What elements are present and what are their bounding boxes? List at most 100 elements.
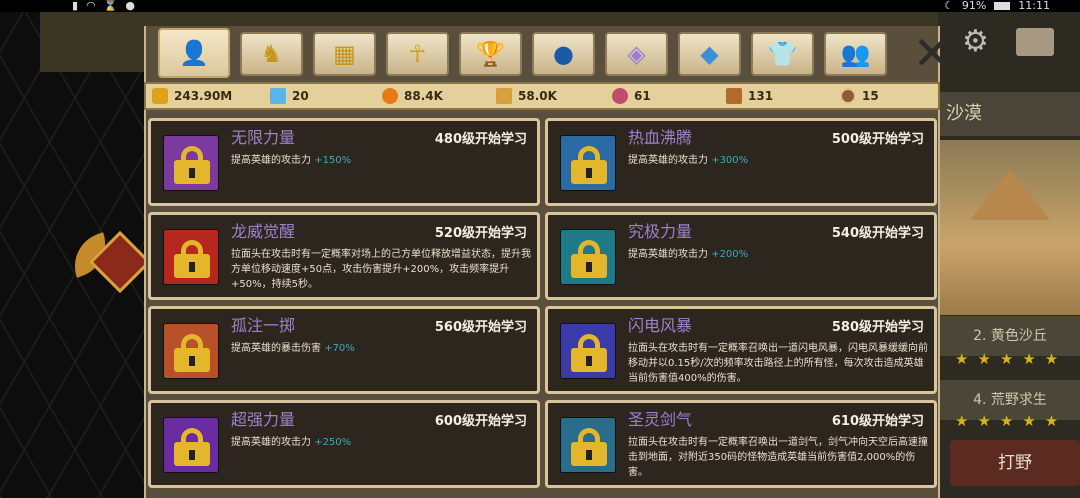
skill-card[interactable]: 究极力量 540级开始学习 提高英雄的攻击力 +200% bbox=[545, 212, 937, 300]
currency-gold: 243.90M bbox=[152, 88, 232, 104]
dragon-icon: ♞ bbox=[260, 40, 283, 68]
skill-requirement: 580级开始学习 bbox=[831, 320, 924, 335]
qq-icon: ● bbox=[125, 0, 135, 12]
currency-bar: 243.90M 20 88.4K 58.0K 61 131 15 bbox=[144, 82, 940, 110]
skill-thumbnail bbox=[163, 323, 219, 379]
skill-card[interactable]: 超强力量 600级开始学习 提高英雄的攻击力 +250% bbox=[148, 400, 540, 488]
panel-tabs: 👤 ♞ ▦ ☥ 🏆 ● ◈ ◆ 👕 👥 bbox=[158, 28, 887, 78]
skill-requirement: 500级开始学习 bbox=[831, 132, 924, 147]
currency-orb: 88.4K bbox=[382, 88, 443, 104]
skill-description: 提高英雄的攻击力 +200% bbox=[628, 249, 749, 260]
tab-hero[interactable]: 👤 bbox=[158, 28, 230, 78]
skill-description: 提高英雄的攻击力 +250% bbox=[231, 437, 352, 448]
mail-icon[interactable] bbox=[1016, 28, 1054, 56]
moon-icon: ☾ bbox=[943, 0, 954, 12]
star-amount: 58.0K bbox=[518, 89, 557, 103]
currency-token: 15 bbox=[840, 88, 879, 104]
close-icon: ✕ bbox=[912, 26, 952, 80]
battery-percent: 91% bbox=[961, 0, 987, 12]
skill-name: 龙威觉醒 bbox=[231, 222, 296, 241]
lock-icon bbox=[571, 428, 607, 466]
fight-button[interactable]: 打野 bbox=[950, 440, 1080, 486]
skill-requirement: 610级开始学习 bbox=[831, 414, 924, 429]
lock-icon bbox=[174, 334, 210, 372]
desert-scene bbox=[938, 140, 1080, 315]
stage-stars: ★★★★★ bbox=[955, 350, 1068, 368]
skill-thumbnail bbox=[560, 417, 616, 473]
tab-gem-frame[interactable]: ◈ bbox=[605, 32, 668, 76]
stage-stars: ★★★★★ bbox=[955, 412, 1068, 430]
shirt-icon: 👕 bbox=[767, 40, 798, 68]
skill-card[interactable]: 圣灵剑气 610级开始学习 拉面头在攻击时有一定概率召唤出一道剑气，剑气冲向天空… bbox=[545, 400, 937, 488]
hammer-amount: 131 bbox=[748, 89, 774, 103]
skill-card[interactable]: 无限力量 480级开始学习 提高英雄的攻击力 +150% bbox=[148, 118, 540, 206]
skill-requirement: 520级开始学习 bbox=[434, 226, 527, 241]
skill-name: 究极力量 bbox=[628, 222, 693, 241]
skill-description: 提高英雄的暴击伤害 +70% bbox=[231, 343, 355, 354]
skill-name: 热血沸腾 bbox=[628, 128, 693, 147]
tab-shop[interactable]: ▦ bbox=[313, 32, 376, 76]
orb-currency-icon bbox=[382, 88, 398, 104]
skill-description: 拉面头在攻击时有一定概率对场上的己方单位释放增益状态，提升我方单位移动速度+50… bbox=[231, 249, 531, 290]
ankh-icon: ☥ bbox=[408, 40, 427, 68]
lock-icon bbox=[174, 240, 210, 278]
tab-crystal[interactable]: ◆ bbox=[678, 32, 741, 76]
skill-name: 无限力量 bbox=[231, 128, 296, 147]
skill-card[interactable]: 龙威觉醒 520级开始学习 拉面头在攻击时有一定概率对场上的己方单位释放增益状态… bbox=[148, 212, 540, 300]
pyramid-icon bbox=[970, 170, 1050, 220]
skill-description: 提高英雄的攻击力 +300% bbox=[628, 155, 749, 166]
tab-dragon[interactable]: ♞ bbox=[240, 32, 303, 76]
battery-icon bbox=[994, 2, 1011, 10]
hammer-icon bbox=[726, 88, 742, 104]
region-title: 沙漠 bbox=[938, 92, 1080, 136]
wifi-icon: ◠ bbox=[86, 0, 96, 12]
flower-amount: 61 bbox=[634, 89, 651, 103]
star-burst-icon bbox=[496, 88, 512, 104]
skill-card[interactable]: 闪电风暴 580级开始学习 拉面头在攻击时有一定概率召唤出一道闪电风暴，闪电风暴… bbox=[545, 306, 937, 394]
skill-thumbnail bbox=[560, 135, 616, 191]
status-icons-right: ☾ 91% 11:11 bbox=[944, 0, 1050, 12]
rank-emblem-icon bbox=[65, 230, 152, 300]
skill-name: 闪电风暴 bbox=[628, 316, 693, 335]
gem-frame-icon: ◈ bbox=[627, 40, 646, 68]
users-icon: 👥 bbox=[840, 40, 871, 68]
clock: 11:11 bbox=[1018, 0, 1050, 12]
skill-description: 拉面头在攻击时有一定概率召唤出一道闪电风暴，闪电风暴缓缓向前移动并以0.15秒/… bbox=[628, 343, 928, 384]
status-bar: ▮ ◠ ⌛ ● ☾ 91% 11:11 bbox=[0, 0, 1080, 12]
lock-icon bbox=[571, 334, 607, 372]
diamond-amount: 20 bbox=[292, 89, 309, 103]
skill-thumbnail bbox=[560, 323, 616, 379]
skill-card[interactable]: 孤注一掷 560级开始学习 提高英雄的暴击伤害 +70% bbox=[148, 306, 540, 394]
skill-requirement: 480级开始学习 bbox=[434, 132, 527, 147]
token-amount: 15 bbox=[862, 89, 879, 103]
skill-name: 圣灵剑气 bbox=[628, 410, 693, 429]
tab-users[interactable]: 👥 bbox=[824, 32, 887, 76]
status-icons-left: ▮ ◠ ⌛ ● bbox=[72, 0, 135, 12]
notification-icon: ▮ bbox=[72, 0, 79, 12]
skill-thumbnail bbox=[163, 135, 219, 191]
close-button[interactable]: ✕ bbox=[906, 30, 958, 76]
skill-description: 拉面头在攻击时有一定概率召唤出一道剑气，剑气冲向天空后高速撞击到地面，对附近35… bbox=[628, 437, 928, 478]
skill-thumbnail bbox=[163, 229, 219, 285]
hero-icon: 👤 bbox=[179, 39, 209, 67]
trophy-icon: 🏆 bbox=[475, 40, 506, 68]
tab-shirt[interactable]: 👕 bbox=[751, 32, 814, 76]
orb-amount: 88.4K bbox=[404, 89, 443, 103]
currency-flower: 61 bbox=[612, 88, 651, 104]
diamond-icon bbox=[270, 88, 286, 104]
currency-diamond: 20 bbox=[270, 88, 309, 104]
currency-star: 58.0K bbox=[496, 88, 557, 104]
currency-hammer: 131 bbox=[726, 88, 773, 104]
skill-thumbnail bbox=[163, 417, 219, 473]
skill-name: 超强力量 bbox=[231, 410, 296, 429]
tab-trophy[interactable]: 🏆 bbox=[459, 32, 522, 76]
skill-name: 孤注一掷 bbox=[231, 316, 296, 335]
skill-description: 提高英雄的攻击力 +150% bbox=[231, 155, 352, 166]
gold-coin-icon bbox=[152, 88, 168, 104]
gear-icon[interactable]: ⚙ bbox=[962, 24, 989, 59]
tab-ankh[interactable]: ☥ bbox=[386, 32, 449, 76]
crystal-icon: ◆ bbox=[700, 40, 719, 68]
skill-card[interactable]: 热血沸腾 500级开始学习 提高英雄的攻击力 +300% bbox=[545, 118, 937, 206]
hourglass-icon: ⌛ bbox=[103, 0, 118, 12]
tab-orb[interactable]: ● bbox=[532, 32, 595, 76]
